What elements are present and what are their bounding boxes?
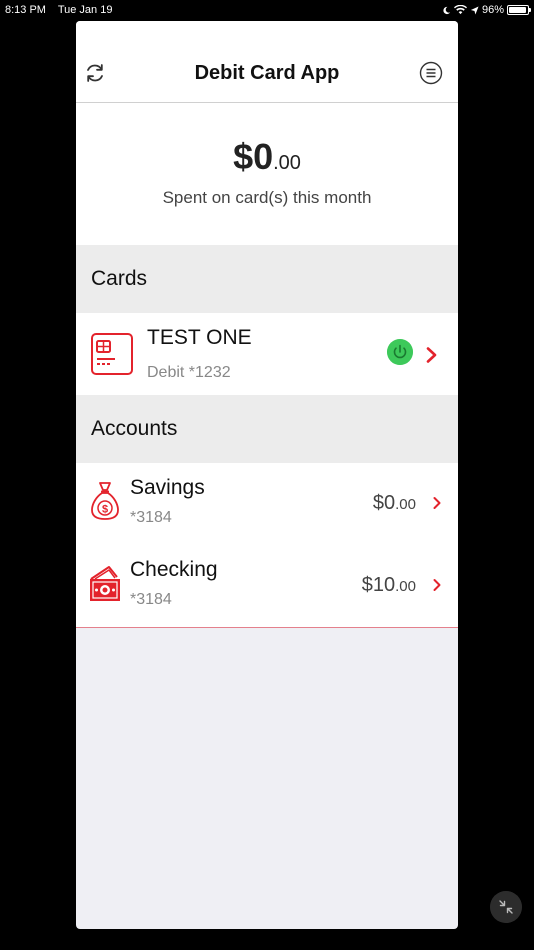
chevron-right-icon [433,497,441,509]
location-icon [470,5,479,15]
cards-section-header: Cards [76,245,458,313]
account-row-savings[interactable]: $ Savings *3184 $0.00 [76,463,458,546]
app-panel: Debit Card App $0.00 Spent on card(s) th… [76,21,458,929]
cash-stack-icon [90,566,120,601]
spent-amount: $0.00 [76,136,458,178]
spent-label: Spent on card(s) this month [162,188,372,207]
battery-icon [507,5,531,15]
page-title: Debit Card App [194,62,340,84]
account-name: Savings [130,476,205,499]
battery-percent: 96% [481,4,504,16]
chevron-right-icon [433,579,441,591]
account-name: Checking [130,558,218,581]
do-not-disturb-icon [443,6,451,14]
account-row-checking[interactable]: Checking *3184 $10.00 [76,545,458,628]
status-bar: 8:13 PM Tue Jan 19 96% [0,0,534,20]
status-time: 8:13 PM [5,4,46,16]
card-row[interactable]: TEST ONE Debit *1232 [76,313,458,395]
account-balance-cents: .00 [395,496,416,513]
collapse-icon[interactable] [490,891,522,923]
status-date: Tue Jan 19 [57,4,113,16]
account-balance-dollars: $0 [372,492,396,514]
menu-icon[interactable] [419,61,443,85]
accounts-section-header: Accounts [76,395,458,463]
card-detail: Debit *1232 [147,364,231,381]
account-balance-dollars: $10 [361,574,396,596]
account-balance-cents: .00 [395,578,416,595]
credit-card-icon [91,333,133,375]
spent-cents: .00 [273,152,301,174]
card-name: TEST ONE [147,326,252,349]
spending-summary: $0.00 Spent on card(s) this month [76,103,458,245]
account-balance: $0.00 [373,492,416,515]
account-balance: $10.00 [362,574,416,597]
money-bag-icon: $ [91,482,119,520]
svg-text:$: $ [102,504,108,516]
chevron-right-icon [426,347,437,363]
card-power-toggle[interactable] [387,339,413,365]
account-number: *3184 [130,591,172,608]
wifi-icon [453,5,467,15]
account-number: *3184 [130,509,172,526]
spent-dollars: $0 [233,136,274,177]
navbar: Debit Card App [76,21,458,103]
